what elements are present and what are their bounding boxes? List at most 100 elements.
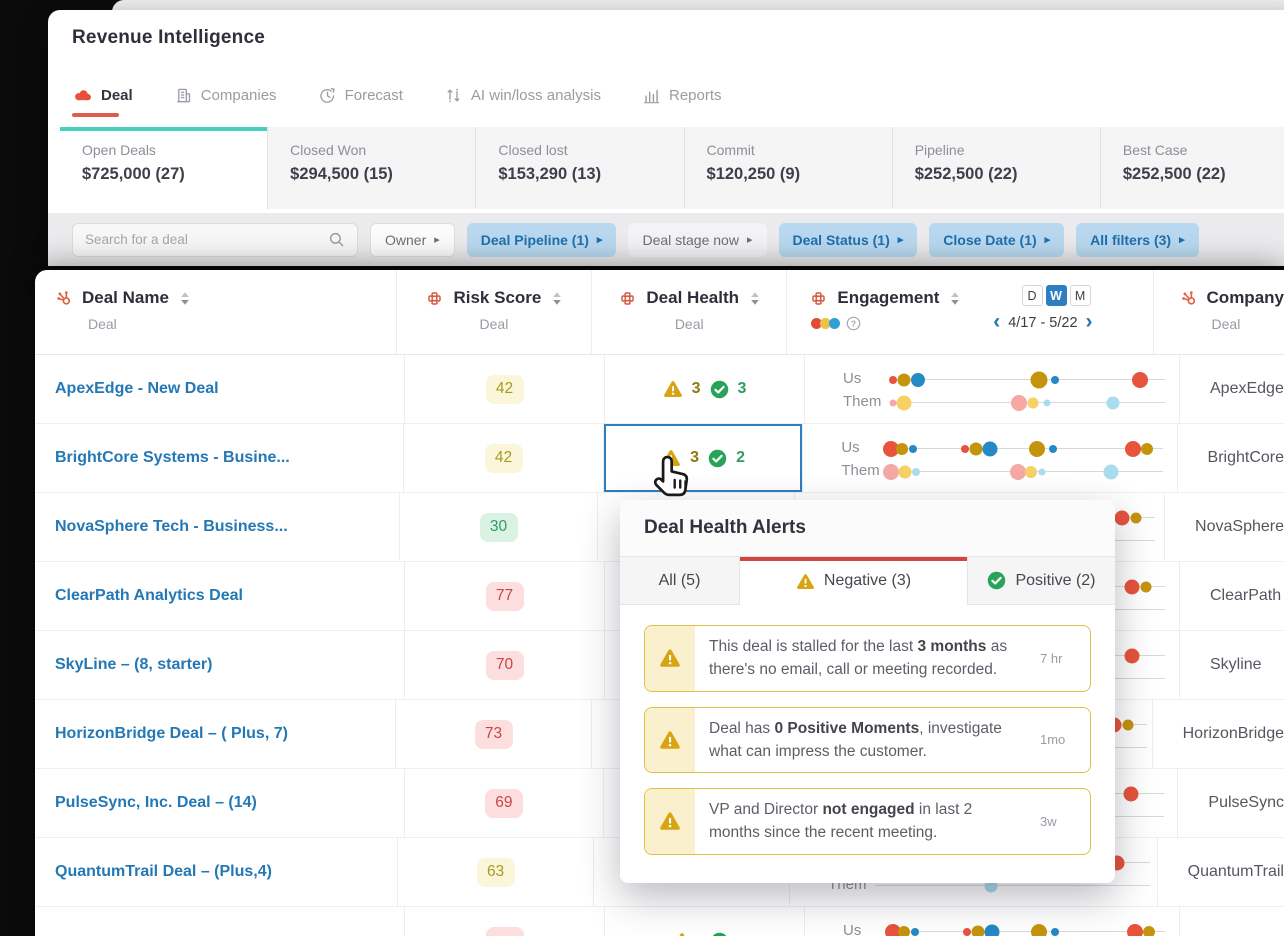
- us-label: Us: [843, 370, 861, 387]
- engagement-cell: Us Them: [805, 355, 1180, 423]
- deal-name-link[interactable]: ApexEdge - New Deal: [55, 380, 219, 398]
- sort-icon[interactable]: [950, 291, 960, 306]
- column-header-engagement[interactable]: Engagement ? DWM ‹ 4/17 - 5/22 ›: [787, 270, 1153, 354]
- chevron-right-icon: ▸: [898, 233, 904, 246]
- tab-deal[interactable]: Deal: [74, 87, 133, 104]
- period-m-button[interactable]: M: [1070, 285, 1091, 306]
- popup-tab-all-5[interactable]: All (5): [620, 557, 740, 605]
- legend-dot: [829, 318, 840, 329]
- sort-icon[interactable]: [750, 291, 760, 306]
- engagement-dot: [1049, 445, 1057, 453]
- deal-name-cell: HorizonBridge Deal – ( Plus, 7): [35, 700, 396, 768]
- hubspot-sprocket-icon: [1180, 289, 1198, 307]
- filter-chip-deal-pipeline-1[interactable]: Deal Pipeline (1)▸: [467, 223, 617, 257]
- next-chevron-icon[interactable]: ›: [1086, 311, 1093, 332]
- search-input[interactable]: Search for a deal: [72, 223, 358, 257]
- popup-tab-positive-2[interactable]: Positive (2): [967, 557, 1115, 605]
- tab-ai-win-loss-analysis[interactable]: AI win/loss analysis: [445, 87, 601, 104]
- reports-icon: [643, 87, 660, 104]
- risk-score-badge: 73: [475, 720, 513, 749]
- table-header: Deal Name Deal Risk Score Deal Deal Heal…: [35, 270, 1284, 355]
- column-header-company[interactable]: Company Deal: [1154, 270, 1284, 354]
- timeline-track: [890, 379, 1165, 380]
- deal-name-link[interactable]: HorizonBridge Deal – ( Plus, 7): [55, 725, 288, 743]
- engagement-dot: [1028, 398, 1039, 409]
- alert-text: Deal has 0 Positive Moments, investigate…: [695, 708, 1040, 773]
- popup-tab-negative-3[interactable]: Negative (3): [740, 557, 967, 605]
- risk-score-badge: 69: [485, 789, 523, 818]
- forecast-icon: [319, 87, 336, 104]
- engagement-dot: [897, 374, 910, 387]
- engagement-dot: [984, 925, 999, 936]
- timeline-track: [888, 471, 1163, 472]
- filter-chip-close-date-1[interactable]: Close Date (1)▸: [929, 223, 1064, 257]
- prev-chevron-icon[interactable]: ‹: [993, 311, 1000, 332]
- summary-card-commit[interactable]: Commit$120,250 (9): [684, 127, 892, 209]
- popup-alerts: This deal is stalled for the last 3 mont…: [620, 605, 1115, 883]
- engagement-icon: [809, 289, 828, 308]
- deal-name-cell: SkyLine – (8, starter): [35, 631, 405, 699]
- page-title: Revenue Intelligence: [72, 27, 265, 49]
- filter-chips: Owner▸ Deal Pipeline (1)▸ Deal stage now▸ D…: [370, 223, 1199, 257]
- summary-card-closed-won[interactable]: Closed Won$294,500 (15): [267, 127, 475, 209]
- deal-health-cell[interactable]: 33: [605, 355, 805, 423]
- positive-count: 2: [736, 449, 745, 467]
- company-cell: ApexEdge: [1180, 355, 1284, 423]
- engagement-dot: [896, 396, 911, 411]
- engagement-dot: [961, 445, 969, 453]
- deal-name-cell: BrightCore Systems - Busine...: [35, 424, 404, 492]
- summary-label: Commit: [707, 142, 892, 158]
- chevron-right-icon: ▸: [597, 233, 603, 246]
- tab-reports[interactable]: Reports: [643, 87, 722, 104]
- svg-text:?: ?: [851, 319, 856, 329]
- help-icon[interactable]: ?: [846, 316, 861, 331]
- popup-tabs: All (5)Negative (3)Positive (2): [620, 557, 1115, 605]
- filter-chip-deal-status-1[interactable]: Deal Status (1)▸: [779, 223, 918, 257]
- sort-icon[interactable]: [552, 291, 562, 306]
- summary-cards: Open Deals$725,000 (27)Closed Won$294,50…: [60, 127, 1284, 209]
- summary-label: Best Case: [1123, 142, 1284, 158]
- deal-name-link[interactable]: NovaSphere Tech - Business...: [55, 518, 288, 536]
- summary-card-open-deals[interactable]: Open Deals$725,000 (27): [60, 127, 267, 209]
- risk-score-badge: 77: [486, 582, 524, 611]
- deal-health-cell[interactable]: [605, 907, 805, 936]
- deal-name-link[interactable]: PulseSync, Inc. Deal – (14): [55, 794, 257, 812]
- alert-time: 1mo: [1040, 708, 1090, 773]
- engagement-dot: [1141, 443, 1153, 455]
- summary-card-best-case[interactable]: Best Case$252,500 (22): [1100, 127, 1284, 209]
- summary-card-closed-lost[interactable]: Closed lost$153,290 (13): [475, 127, 683, 209]
- engagement-dot: [1039, 469, 1046, 476]
- deal-name-link[interactable]: QuantumTrail Deal – (Plus,4): [55, 863, 272, 881]
- filter-chip-deal-stage-now[interactable]: Deal stage now▸: [628, 223, 766, 257]
- summary-card-pipeline[interactable]: Pipeline$252,500 (22): [892, 127, 1100, 209]
- warning-icon: [645, 626, 695, 691]
- engagement-dot: [1125, 649, 1140, 664]
- tab-forecast[interactable]: Forecast: [319, 87, 403, 104]
- alert-time: 3w: [1040, 789, 1090, 854]
- timeline-track: [875, 885, 1150, 886]
- filter-chip-all-filters-3[interactable]: All filters (3)▸: [1076, 223, 1198, 257]
- filter-chip-owner[interactable]: Owner▸: [370, 223, 455, 257]
- them-label: Them: [843, 393, 881, 410]
- engagement-dot: [983, 442, 998, 457]
- tab-companies[interactable]: Companies: [175, 87, 277, 104]
- period-w-button[interactable]: W: [1046, 285, 1067, 306]
- engagement-dot: [1140, 582, 1151, 593]
- column-header-risk-score[interactable]: Risk Score Deal: [397, 270, 592, 354]
- deal-name-link[interactable]: SkyLine – (8, starter): [55, 656, 212, 674]
- positive-count: 3: [738, 380, 747, 398]
- legend-dots: [811, 318, 838, 329]
- app-tabs: Deal Companies Forecast AI win/loss analysi…: [74, 80, 722, 110]
- column-header-deal-name[interactable]: Deal Name Deal: [35, 270, 397, 354]
- deal-health-cell[interactable]: 32: [604, 424, 804, 492]
- summary-value: $294,500 (15): [290, 165, 475, 184]
- engagement-dot: [1010, 464, 1026, 480]
- column-header-deal-health[interactable]: Deal Health Deal: [592, 270, 787, 354]
- deal-name-link[interactable]: ClearPath Analytics Deal: [55, 587, 243, 605]
- negative-count: 3: [692, 380, 701, 398]
- deal-name-link[interactable]: BrightCore Systems - Busine...: [55, 449, 290, 467]
- sort-icon[interactable]: [180, 291, 190, 306]
- period-d-button[interactable]: D: [1022, 285, 1043, 306]
- risk-score-badge: 42: [485, 444, 523, 473]
- summary-value: $252,500 (22): [915, 165, 1100, 184]
